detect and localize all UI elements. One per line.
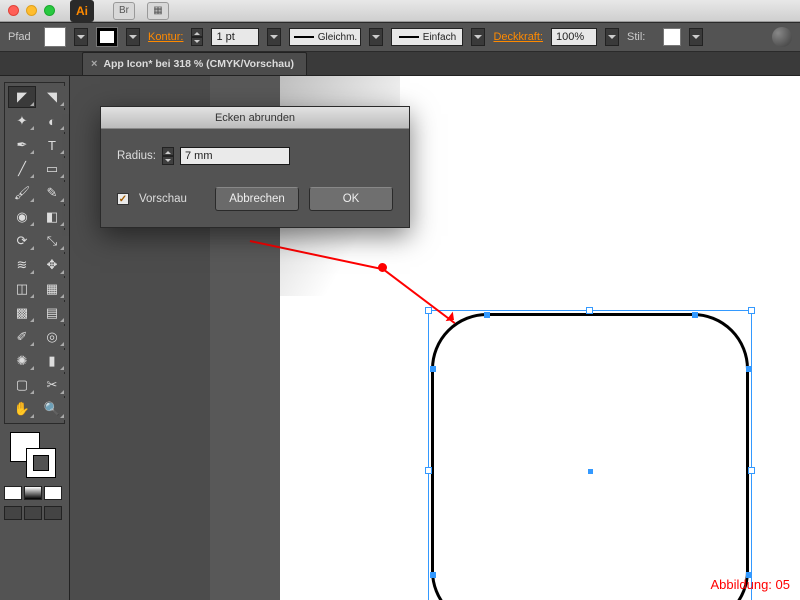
pencil-tool[interactable]: ✎ [38,182,66,204]
radius-stepper[interactable] [162,147,174,165]
free-transform-tool[interactable]: ✥ [38,254,66,276]
fill-stroke-control[interactable] [4,430,65,482]
resize-handle[interactable] [748,307,755,314]
zoom-tool[interactable]: 🔍 [38,398,66,420]
selection-tool[interactable]: ◤ [8,86,36,108]
anchor-point[interactable] [484,312,490,318]
document-tab-bar: × App Icon* bei 318 % (CMYK/Vorschau) [0,52,800,76]
style-dropdown[interactable] [689,28,703,46]
center-point-icon [588,469,593,474]
opacity-panel-link[interactable]: Deckkraft: [493,31,543,43]
draw-inside-icon[interactable] [44,506,62,520]
document-tab-title: App Icon* bei 318 % (CMYK/Vorschau) [103,58,294,70]
stroke-color-icon[interactable] [26,448,56,478]
radius-input[interactable] [180,147,290,165]
stroke-weight-dropdown[interactable] [267,28,281,46]
perspective-grid-tool[interactable]: ▦ [38,278,66,300]
draw-behind-icon[interactable] [24,506,42,520]
stroke-weight-down[interactable] [191,37,203,46]
anchor-point[interactable] [430,366,436,372]
preview-checkbox[interactable]: ✓ [117,193,129,205]
width-tool[interactable]: ≋ [8,254,36,276]
stroke-weight-input[interactable] [211,28,259,46]
gradient-mode-icon[interactable] [24,486,42,500]
fill-swatch[interactable] [44,27,66,47]
stroke-panel-link[interactable]: Kontur: [148,31,183,43]
anchor-point[interactable] [430,572,436,578]
variable-width-profile[interactable]: Gleichm. [289,28,361,46]
magic-wand-tool[interactable]: ✦ [8,110,36,132]
pen-tool[interactable]: ✒ [8,134,36,156]
shape-builder-tool[interactable]: ◫ [8,278,36,300]
gradient-tool[interactable]: ▤ [38,302,66,324]
mesh-tool[interactable]: ▩ [8,302,36,324]
opacity-input[interactable] [551,28,597,46]
anchor-point[interactable] [692,312,698,318]
app-badge: Ai [70,0,94,22]
document-setup-icon[interactable] [772,27,792,47]
color-mode-icon[interactable] [4,486,22,500]
cancel-button[interactable]: Abbrechen [215,187,299,211]
radius-step-up[interactable] [162,147,174,156]
bridge-button[interactable]: Br [113,2,135,20]
tools-panel: ◤◥✦◐✒T╱▭🖌✎◉◧⟳⤡≋✥◫▦▩▤✐◎✺▮▢✂✋🔍 [0,76,70,600]
rotate-tool[interactable]: ⟳ [8,230,36,252]
zoom-window-icon[interactable] [44,5,55,16]
preview-label: Vorschau [139,193,187,205]
minimize-window-icon[interactable] [26,5,37,16]
resize-handle[interactable] [425,467,432,474]
resize-handle[interactable] [748,467,755,474]
anchor-point[interactable] [746,366,752,372]
blend-tool[interactable]: ◎ [38,326,66,348]
scale-tool[interactable]: ⤡ [38,230,66,252]
ok-button[interactable]: OK [309,187,393,211]
type-tool[interactable]: T [38,134,66,156]
document-tab[interactable]: × App Icon* bei 318 % (CMYK/Vorschau) [82,52,307,75]
close-window-icon[interactable] [8,5,19,16]
selection-type-label: Pfad [8,31,36,43]
width-profile-dropdown[interactable] [369,28,383,46]
mac-titlebar: Ai Br ▦ [0,0,800,22]
direct-selection-tool[interactable]: ◥ [38,86,66,108]
fill-dropdown[interactable] [74,28,88,46]
none-mode-icon[interactable] [44,486,62,500]
hand-tool[interactable]: ✋ [8,398,36,420]
symbol-sprayer-tool[interactable]: ✺ [8,350,36,372]
style-label: Stil: [627,31,655,43]
artboard-tool[interactable]: ▢ [8,374,36,396]
brush-definition[interactable]: Einfach [391,28,463,46]
column-graph-tool[interactable]: ▮ [38,350,66,372]
dialog-title: Ecken abrunden [101,107,409,129]
arrange-documents-button[interactable]: ▦ [147,2,169,20]
radius-step-down[interactable] [162,156,174,165]
stroke-dropdown[interactable] [126,28,140,46]
eraser-tool[interactable]: ◧ [38,206,66,228]
stroke-weight-up[interactable] [191,28,203,37]
slice-tool[interactable]: ✂ [38,374,66,396]
rectangle-tool[interactable]: ▭ [38,158,66,180]
opacity-dropdown[interactable] [605,28,619,46]
eyedropper-tool[interactable]: ✐ [8,326,36,348]
resize-handle[interactable] [425,307,432,314]
close-tab-icon[interactable]: × [91,58,97,70]
line-segment-tool[interactable]: ╱ [8,158,36,180]
draw-normal-icon[interactable] [4,506,22,520]
resize-handle[interactable] [586,307,593,314]
control-bar: Pfad Kontur: Gleichm. Einfach Deckkraft:… [0,22,800,52]
paintbrush-tool[interactable]: 🖌 [8,182,36,204]
radius-label: Radius: [117,150,156,162]
graphic-style-swatch[interactable] [663,28,681,46]
lasso-tool[interactable]: ◐ [38,110,66,132]
selection-bounding-box [428,310,752,600]
blob-brush-tool[interactable]: ◉ [8,206,36,228]
round-corners-dialog: Ecken abrunden Radius: ✓ Vorschau Abbrec… [100,106,410,228]
figure-caption: Abbildung: 05 [710,577,790,592]
stroke-swatch[interactable] [96,27,118,47]
brush-dropdown[interactable] [471,28,485,46]
